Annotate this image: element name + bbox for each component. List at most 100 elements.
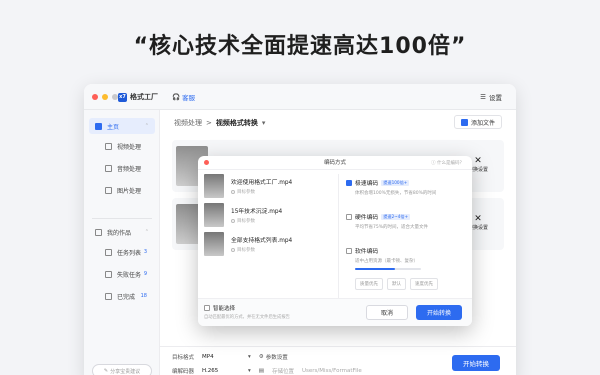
file-name: 全部支持格式列表.mp4 bbox=[231, 238, 293, 244]
path-value[interactable]: Users/Miss/FormatFile bbox=[302, 368, 362, 374]
sidebar-item-label: 主页 bbox=[107, 123, 120, 131]
help-label: 什么是编码？ bbox=[437, 161, 464, 166]
smart-select[interactable]: 智能选择 bbox=[204, 304, 235, 312]
failed-count-badge: 9 bbox=[143, 271, 147, 277]
sidebar-item-task-list[interactable]: 任务列表 3 bbox=[89, 244, 155, 260]
sidebar-item-video[interactable]: 视频处理 bbox=[89, 138, 155, 154]
add-file-label: 添加文件 bbox=[470, 119, 495, 127]
sidebar-item-image[interactable]: 图片处理 bbox=[89, 182, 155, 198]
app-name: 格式工厂 bbox=[130, 93, 158, 101]
image-icon bbox=[105, 186, 112, 194]
preset-speed-button[interactable]: 速度优先 bbox=[410, 278, 438, 290]
codec-select[interactable]: H.265 bbox=[202, 368, 240, 374]
check-icon bbox=[105, 292, 112, 300]
smart-select-label: 智能选择 bbox=[213, 306, 236, 312]
folder-icon: ▤ bbox=[258, 368, 264, 374]
list-icon bbox=[105, 248, 112, 256]
option-title: 硬件编码 bbox=[355, 215, 379, 221]
clock-icon bbox=[231, 190, 235, 194]
settings-label: 设置 bbox=[489, 94, 502, 102]
slider-fill bbox=[355, 268, 395, 270]
sidebar-item-label: 图片处理 bbox=[117, 187, 142, 195]
caret-down-icon[interactable]: ▾ bbox=[262, 119, 266, 127]
speed-badge: 提速100倍+ bbox=[381, 179, 410, 186]
help-link[interactable]: ⓘ 什么是编码？ bbox=[431, 160, 464, 166]
app-brand: x7 格式工厂 bbox=[118, 92, 158, 102]
codec-label: 编解码器 bbox=[172, 369, 195, 375]
format-label: 目标格式 bbox=[172, 355, 195, 361]
video-icon bbox=[105, 142, 112, 150]
grid-icon bbox=[95, 122, 102, 130]
sidebar-item-home[interactable]: 主页 ⌃ bbox=[89, 118, 155, 134]
format-select[interactable]: MP4 bbox=[202, 354, 240, 360]
quality-slider[interactable] bbox=[355, 268, 421, 270]
file-sub: 目标参数 bbox=[237, 190, 255, 195]
sidebar-item-label: 失败任务 bbox=[117, 271, 142, 279]
window-controls bbox=[92, 94, 118, 100]
breadcrumb-separator: > bbox=[206, 119, 212, 127]
list-item[interactable]: 全部支持格式列表.mp4 目标参数 bbox=[204, 232, 334, 258]
fast-encoding-checkbox[interactable] bbox=[346, 179, 352, 186]
hardware-encoding-checkbox[interactable] bbox=[346, 213, 352, 220]
task-count-badge: 3 bbox=[143, 249, 147, 255]
params-settings-button[interactable]: ⚙ 参数设置 bbox=[259, 353, 288, 361]
format-row: 目标格式 MP4 ▾ ⚙ 参数设置 bbox=[172, 353, 288, 361]
dialog-footer: 智能选择 自动匹配最优的方式，并在无文件后生成报告 取消 开始转换 bbox=[198, 298, 472, 326]
option-fast-encoding[interactable]: 极速编码 提速100倍+ 体积会增100%无损失，节省80%的时间 bbox=[346, 178, 436, 196]
encoding-dialog: 编码方式 ⓘ 什么是编码？ 欢迎使用格式工厂.mp4 目标参数 15年技术沉淀.… bbox=[198, 156, 472, 326]
option-desc: 平均节省75%的时间，适合大量文件 bbox=[355, 225, 429, 230]
breadcrumb-current[interactable]: 视频格式转换 bbox=[216, 118, 258, 128]
headline: “核心技术全面提速高达100倍” bbox=[133, 34, 467, 59]
bottom-bar: 目标格式 MP4 ▾ ⚙ 参数设置 编解码器 H.265 ▾ ▤ 存储位置 Us… bbox=[160, 346, 516, 375]
title-bar: x7 格式工厂 🎧 客服 ☰ 设置 bbox=[84, 84, 516, 110]
sliders-icon: ⚙ bbox=[258, 354, 264, 360]
app-logo-icon: x7 bbox=[118, 92, 127, 102]
service-button[interactable]: 🎧 客服 bbox=[172, 92, 195, 102]
smart-select-desc: 自动匹配最优的方式，并在无文件后生成报告 bbox=[204, 315, 290, 320]
breadcrumb-parent[interactable]: 视频处理 bbox=[174, 118, 202, 128]
file-sub: 目标参数 bbox=[237, 219, 255, 224]
dialog-close-button[interactable] bbox=[204, 160, 209, 165]
sidebar-item-label: 已完成 bbox=[117, 293, 136, 301]
sidebar-item-my-works[interactable]: 我的作品 ⌃ bbox=[89, 224, 155, 240]
dialog-divider bbox=[338, 174, 339, 298]
sidebar-item-completed[interactable]: 已完成 18 bbox=[89, 288, 155, 304]
option-title: 极速编码 bbox=[355, 181, 379, 187]
option-title: 软件编码 bbox=[355, 249, 379, 255]
option-desc: 适中占用资源（最卡顿、复杂） bbox=[355, 259, 418, 264]
service-label: 客服 bbox=[182, 94, 196, 102]
menu-icon: ☰ bbox=[480, 93, 486, 101]
params-label: 参数设置 bbox=[265, 355, 288, 361]
sidebar-item-label: 音频处理 bbox=[117, 165, 142, 173]
start-convert-dialog-button[interactable]: 开始转换 bbox=[416, 305, 462, 320]
sidebar-divider bbox=[92, 218, 152, 219]
caret-down-icon[interactable]: ▾ bbox=[248, 368, 251, 374]
file-sub: 目标参数 bbox=[237, 248, 255, 253]
breadcrumb: 视频处理 > 视频格式转换 ▾ bbox=[174, 118, 265, 128]
chevron-up-icon: ⌃ bbox=[144, 229, 149, 235]
sidebar-item-audio[interactable]: 音频处理 bbox=[89, 160, 155, 176]
preset-default-button[interactable]: 默认 bbox=[387, 278, 406, 290]
add-file-button[interactable]: 添加文件 bbox=[453, 115, 502, 129]
settings-button[interactable]: ☰ 设置 bbox=[480, 92, 502, 102]
close-window-button[interactable] bbox=[92, 94, 98, 100]
option-desc: 体积会增100%无损失，节省80%的时间 bbox=[355, 191, 437, 196]
share-feedback-button[interactable]: ✎ 分享宝贵建议 bbox=[92, 364, 152, 375]
minimize-window-button[interactable] bbox=[102, 94, 108, 100]
list-item[interactable]: 欢迎使用格式工厂.mp4 目标参数 bbox=[204, 174, 334, 200]
list-item[interactable]: 15年技术沉淀.mp4 目标参数 bbox=[204, 203, 334, 229]
preset-quality-button[interactable]: 质量优先 bbox=[355, 278, 383, 290]
folder-icon bbox=[95, 228, 102, 236]
start-convert-button[interactable]: 开始转换 bbox=[452, 355, 500, 371]
caret-down-icon[interactable]: ▾ bbox=[248, 354, 251, 360]
option-software-encoding[interactable]: 软件编码 适中占用资源（最卡顿、复杂） bbox=[346, 246, 418, 264]
smart-select-checkbox[interactable] bbox=[204, 305, 210, 311]
sidebar: 主页 ⌃ 视频处理 音频处理 图片处理 我的作品 ⌃ 任务列表 3 失败任务 9… bbox=[84, 110, 160, 375]
option-hardware-encoding[interactable]: 硬件编码 提速2~4倍+ 平均节省75%的时间，适合大量文件 bbox=[346, 212, 428, 230]
sidebar-item-label: 任务列表 bbox=[117, 249, 142, 257]
clock-icon bbox=[231, 219, 235, 223]
cancel-button[interactable]: 取消 bbox=[366, 305, 408, 320]
sidebar-item-failed[interactable]: 失败任务 9 bbox=[89, 266, 155, 282]
video-thumbnail bbox=[204, 203, 224, 227]
software-encoding-checkbox[interactable] bbox=[346, 247, 352, 254]
